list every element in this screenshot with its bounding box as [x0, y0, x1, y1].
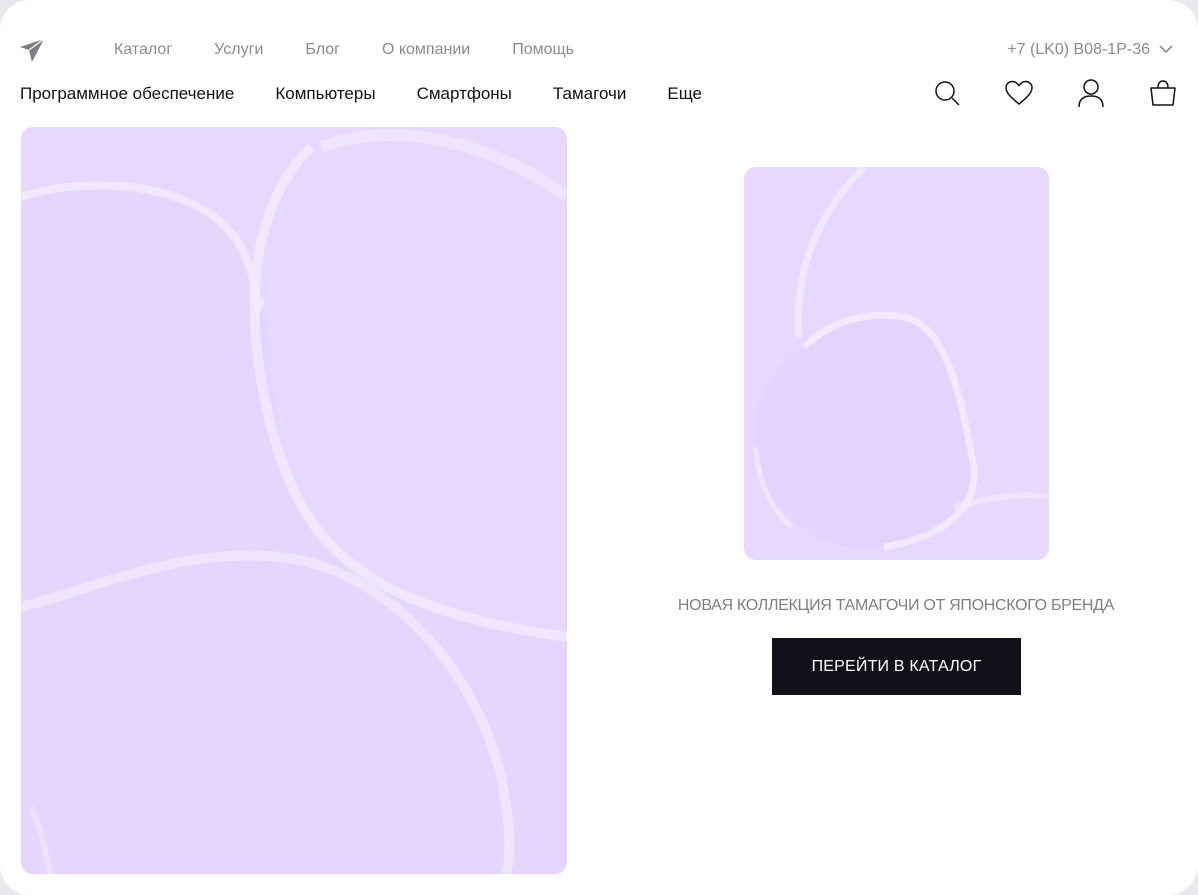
main-nav-item-software[interactable]: Программное обеспечение — [20, 84, 234, 104]
top-nav: Каталог Услуги Блог О компании Помощь — [114, 40, 616, 60]
main-nav-item-smartphones[interactable]: Смартфоны — [417, 84, 512, 104]
heart-icon[interactable] — [1004, 78, 1034, 108]
top-nav-item-catalog[interactable]: Каталог — [114, 40, 172, 60]
search-icon[interactable] — [932, 78, 962, 108]
user-icon[interactable] — [1076, 78, 1106, 108]
phone-number: +7 (LK0) B08-1P-36 — [1007, 41, 1150, 58]
top-nav-item-help[interactable]: Помощь — [512, 40, 574, 60]
main-nav-item-computers[interactable]: Компьютеры — [275, 84, 375, 104]
header-icons — [932, 78, 1178, 108]
promo-heading: НОВАЯ КОЛЛЕКЦИЯ ТАМАГОЧИ ОТ ЯПОНСКОГО БР… — [677, 597, 1115, 614]
logo-paper-plane-icon[interactable] — [18, 36, 46, 64]
main-nav: Программное обеспечение Компьютеры Смарт… — [20, 84, 743, 104]
phone-dropdown[interactable]: +7 (LK0) B08-1P-36 — [1007, 40, 1174, 60]
product-image[interactable] — [744, 167, 1049, 560]
hero-banner-image[interactable] — [21, 127, 567, 874]
chevron-down-icon — [1158, 40, 1174, 60]
main-nav-item-more[interactable]: Еще — [667, 84, 702, 104]
top-nav-item-blog[interactable]: Блог — [305, 40, 340, 60]
go-to-catalog-button[interactable]: ПЕРЕЙТИ В КАТАЛОГ — [772, 638, 1021, 695]
top-nav-item-services[interactable]: Услуги — [214, 40, 263, 60]
bag-icon[interactable] — [1148, 78, 1178, 108]
page: Каталог Услуги Блог О компании Помощь +7… — [0, 0, 1198, 895]
top-nav-item-about[interactable]: О компании — [382, 40, 470, 60]
main-nav-item-tamagotchi[interactable]: Тамагочи — [553, 84, 626, 104]
